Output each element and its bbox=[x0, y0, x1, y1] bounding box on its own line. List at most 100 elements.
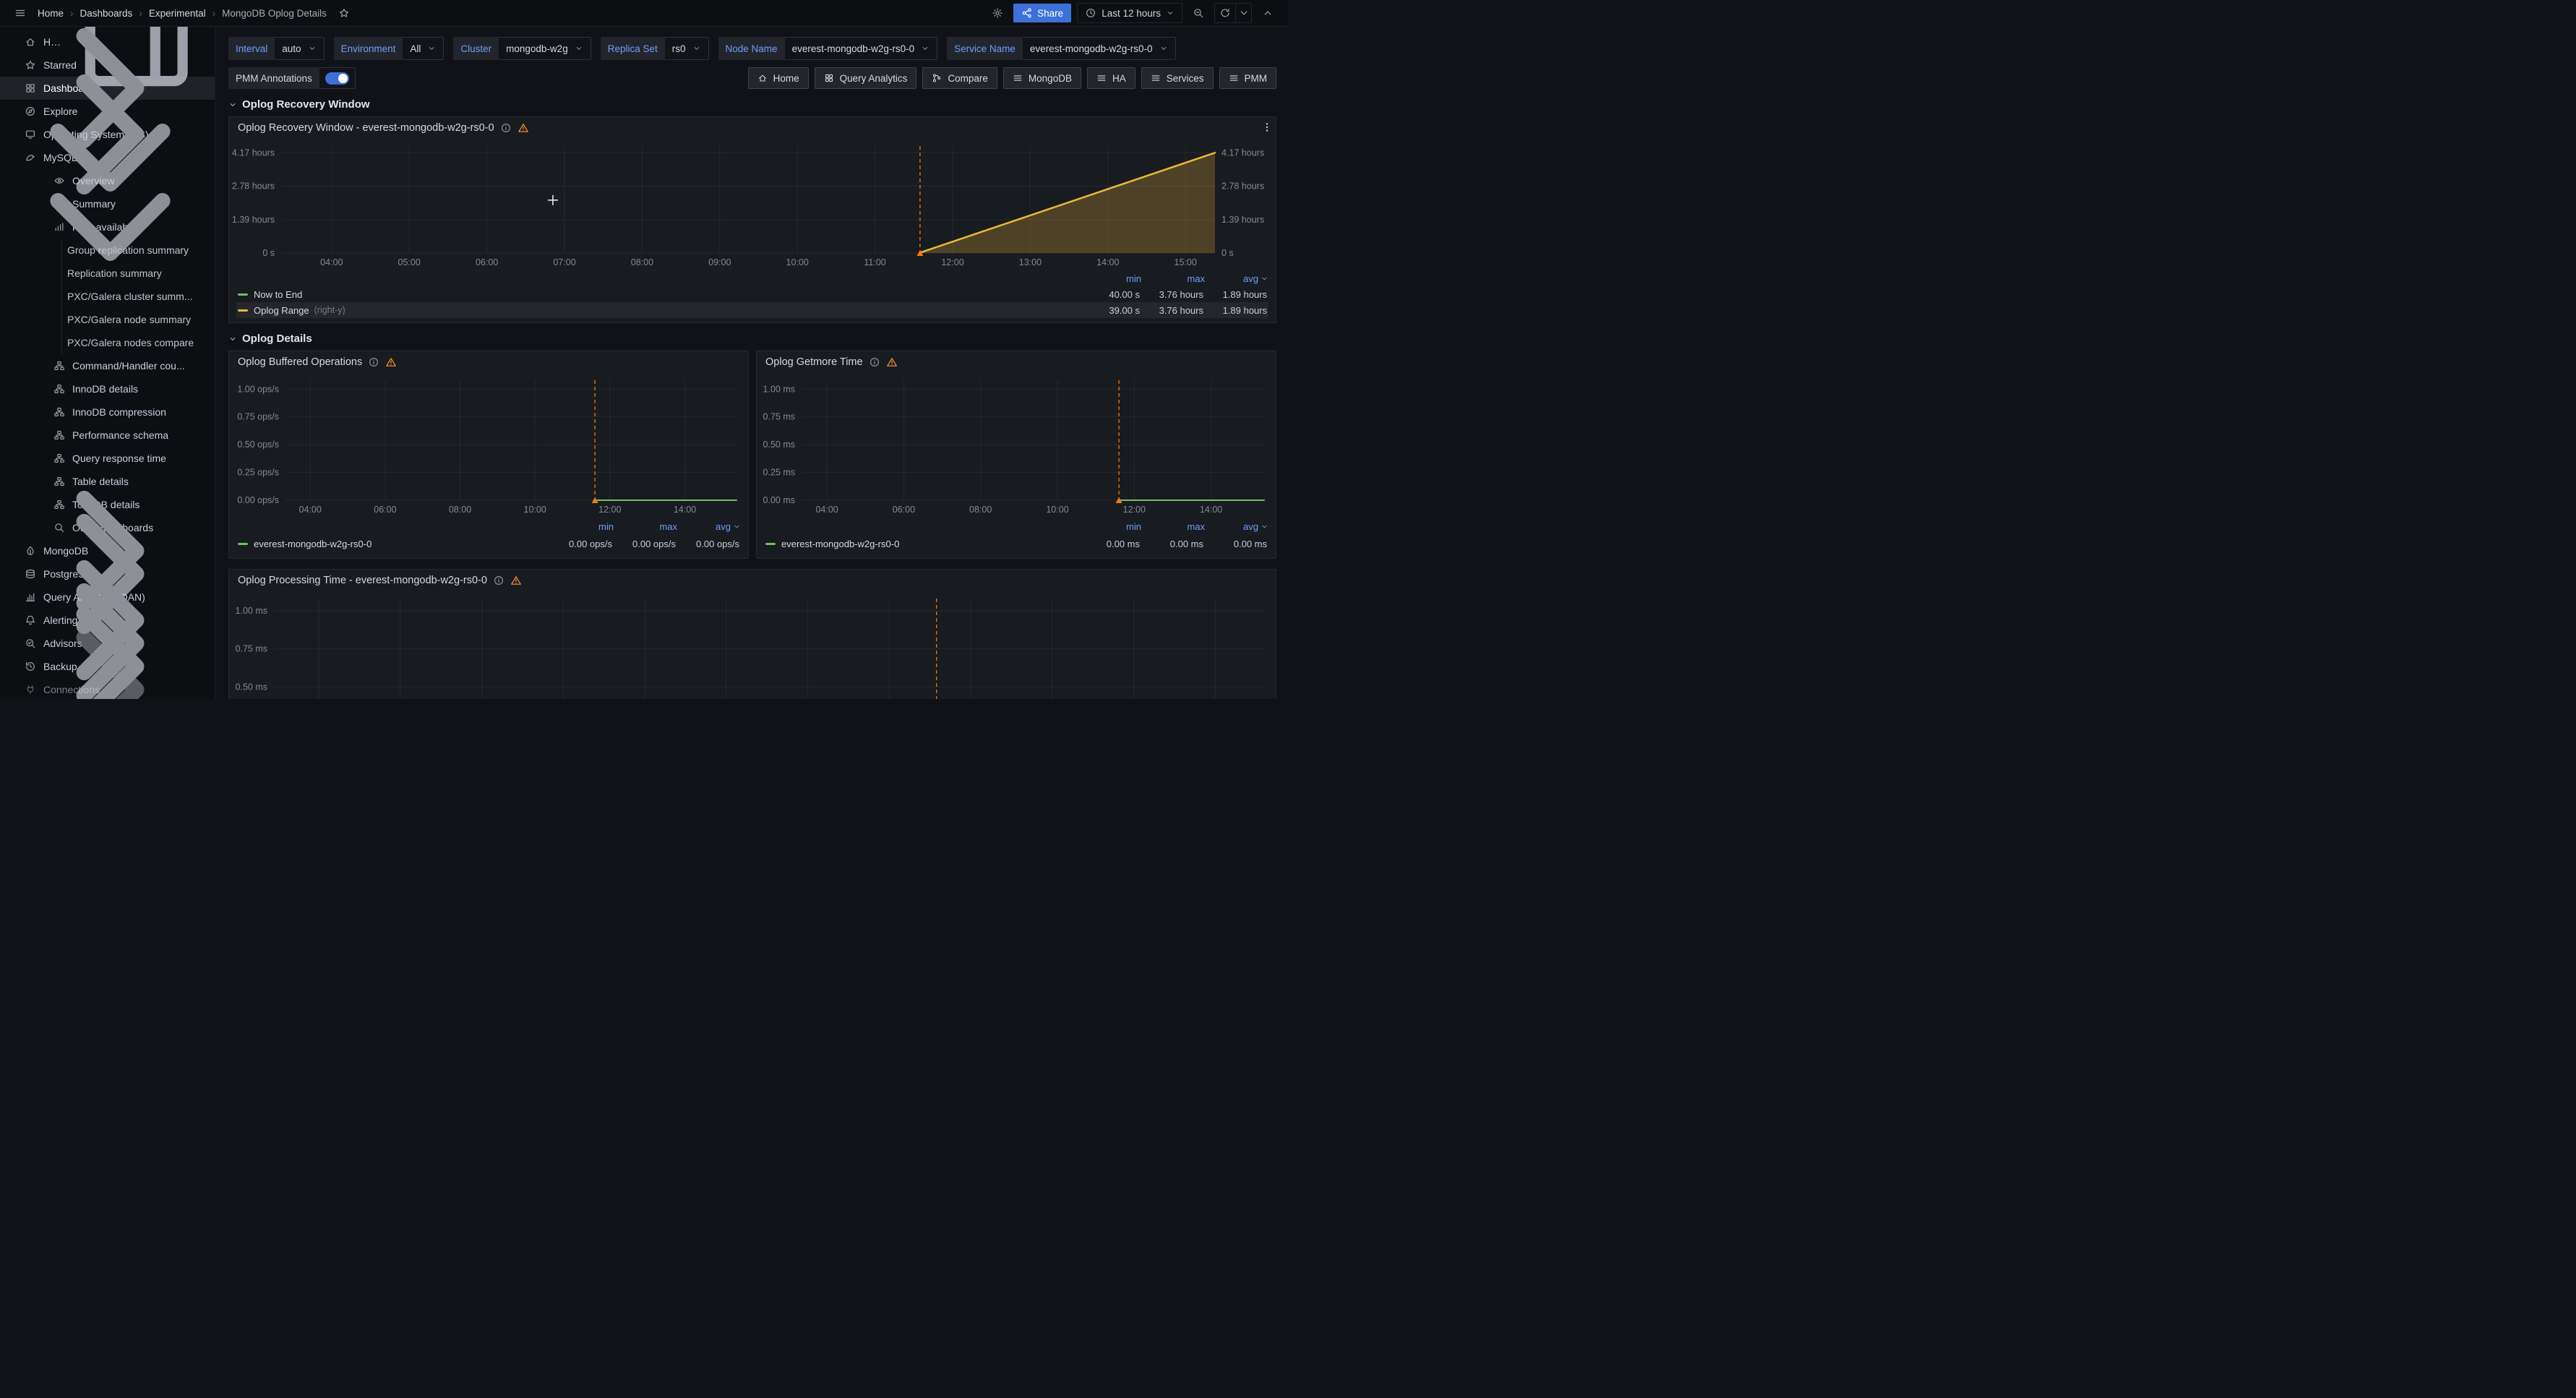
oplog-processing-chart[interactable]: 04:0005:0006:0007:0008:0009:0010:0011:00… bbox=[229, 591, 1276, 699]
quick-link-ha[interactable]: HA bbox=[1087, 67, 1135, 89]
quick-link-query-analytics[interactable]: Query Analytics bbox=[815, 67, 917, 89]
section-oplog-details[interactable]: Oplog Details bbox=[228, 333, 1276, 345]
series-name[interactable]: Oplog Range bbox=[254, 305, 309, 316]
oplog-recovery-chart[interactable]: 04:0005:0006:0007:0008:0009:0010:0011:00… bbox=[229, 139, 1276, 270]
dashboard-settings-button[interactable] bbox=[987, 3, 1008, 23]
quick-link-label: Home bbox=[773, 73, 799, 84]
warning-icon[interactable] bbox=[518, 122, 529, 134]
series-name[interactable]: Now to End bbox=[254, 289, 302, 300]
panel-menu-icon[interactable] bbox=[1261, 121, 1273, 133]
breadcrumb-item-home[interactable]: Home bbox=[38, 8, 64, 19]
filter-value-dropdown[interactable]: mongodb-w2g bbox=[499, 37, 591, 60]
legend-sort-max[interactable]: max bbox=[614, 521, 677, 532]
filter-value-dropdown[interactable]: everest-mongodb-w2g-rs0-0 bbox=[785, 37, 938, 60]
chart-svg: 04:0005:0006:0007:0008:0009:0010:0011:00… bbox=[229, 591, 1276, 699]
sitemap-icon bbox=[53, 406, 65, 418]
sidebar-item-replication-summary[interactable]: Replication summary bbox=[0, 262, 215, 285]
oplog-getmore-chart[interactable]: 04:0006:0008:0010:0012:0014:000.00 ms0.2… bbox=[757, 373, 1276, 518]
breadcrumb-item-experimental[interactable]: Experimental bbox=[149, 8, 206, 19]
svg-text:10:00: 10:00 bbox=[1046, 505, 1068, 515]
panel-header[interactable]: Oplog Buffered Operations bbox=[229, 351, 748, 373]
filter-value: everest-mongodb-w2g-rs0-0 bbox=[792, 43, 915, 54]
filter-value-dropdown[interactable]: everest-mongodb-w2g-rs0-0 bbox=[1023, 37, 1176, 60]
sidebar-item-label: PXC/Galera node summary bbox=[67, 314, 191, 325]
quick-link-label: MongoDB bbox=[1029, 73, 1072, 84]
sidebar-item-pxc-galera-nodes-compare[interactable]: PXC/Galera nodes compare bbox=[0, 331, 215, 354]
svg-text:0.75 ops/s: 0.75 ops/s bbox=[237, 412, 279, 422]
filter-label: Interval bbox=[228, 37, 275, 60]
sidebar-item-connections[interactable]: Connections bbox=[0, 678, 215, 699]
panel-header[interactable]: Oplog Recovery Window - everest-mongodb-… bbox=[229, 117, 1276, 139]
series-name[interactable]: everest-mongodb-w2g-rs0-0 bbox=[254, 539, 372, 549]
svg-text:1.39 hours: 1.39 hours bbox=[1222, 215, 1264, 225]
sidebar-item-command-handler-cou[interactable]: Command/Handler cou... bbox=[0, 354, 215, 377]
legend-sort-max[interactable]: max bbox=[1141, 521, 1205, 532]
panel-header[interactable]: Oplog Processing Time - everest-mongodb-… bbox=[229, 570, 1276, 591]
panel-title[interactable]: Oplog Processing Time - everest-mongodb-… bbox=[238, 575, 487, 586]
legend-sort-min[interactable]: min bbox=[1078, 273, 1141, 284]
quick-link-home[interactable]: Home bbox=[748, 67, 809, 89]
apps-icon bbox=[824, 73, 834, 83]
info-icon[interactable] bbox=[500, 122, 512, 134]
favorite-star-button[interactable] bbox=[334, 3, 354, 23]
info-icon[interactable] bbox=[869, 356, 880, 368]
legend-row-everest-mongodb-w2g-rs0-0[interactable]: everest-mongodb-w2g-rs0-00.00 ops/s0.00 … bbox=[236, 535, 741, 552]
menu-toggle-button[interactable] bbox=[10, 3, 30, 23]
breadcrumb-separator: › bbox=[70, 8, 74, 19]
breadcrumb-item-dashboards[interactable]: Dashboards bbox=[80, 8, 133, 19]
sidebar-item-pxc-galera-node-summary[interactable]: PXC/Galera node summary bbox=[0, 308, 215, 331]
info-icon[interactable] bbox=[493, 575, 505, 586]
panel-title[interactable]: Oplog Recovery Window - everest-mongodb-… bbox=[238, 122, 494, 134]
legend-sort-max[interactable]: max bbox=[1141, 273, 1205, 284]
info-icon[interactable] bbox=[368, 356, 379, 368]
filter-node-name: Node Nameeverest-mongodb-w2g-rs0-0 bbox=[718, 37, 938, 60]
sidebar-item-performance-schema[interactable]: Performance schema bbox=[0, 424, 215, 447]
zoom-out-button[interactable] bbox=[1188, 3, 1208, 23]
share-button[interactable]: Share bbox=[1013, 4, 1071, 22]
quick-link-compare[interactable]: Compare bbox=[922, 67, 997, 89]
sidebar-item-high-availability[interactable]: High availability bbox=[0, 215, 215, 239]
legend-sort-min[interactable]: min bbox=[550, 521, 614, 532]
section-oplog-recovery-window[interactable]: Oplog Recovery Window bbox=[228, 98, 1276, 111]
warning-icon[interactable] bbox=[510, 575, 522, 586]
pmm-annotations-toggle[interactable] bbox=[319, 67, 356, 89]
quick-link-pmm[interactable]: PMM bbox=[1219, 67, 1277, 89]
quick-link-services[interactable]: Services bbox=[1141, 67, 1214, 89]
legend-row-oplog-range[interactable]: Oplog Range(right-y)39.00 s3.76 hours1.8… bbox=[236, 302, 1268, 318]
filter-label: Replica Set bbox=[601, 37, 665, 60]
sidebar-item-innodb-details[interactable]: InnoDB details bbox=[0, 377, 215, 400]
sidebar-item-group-replication-summary[interactable]: Group replication summary bbox=[0, 239, 215, 262]
collapse-topbar-button[interactable] bbox=[1258, 3, 1278, 23]
svg-text:14:00: 14:00 bbox=[1200, 505, 1222, 515]
filter-value-dropdown[interactable]: All bbox=[403, 37, 444, 60]
sidebar-item-pxc-galera-cluster-summ[interactable]: PXC/Galera cluster summ... bbox=[0, 285, 215, 308]
series-name[interactable]: everest-mongodb-w2g-rs0-0 bbox=[781, 539, 899, 549]
quick-link-mongodb[interactable]: MongoDB bbox=[1003, 67, 1081, 89]
legend-row-now-to-end[interactable]: Now to End40.00 s3.76 hours1.89 hours bbox=[236, 286, 1268, 302]
quick-links: Home Query AnalyticsCompare MongoDB HA Servi… bbox=[748, 67, 1276, 89]
filter-value: auto bbox=[282, 43, 301, 54]
filter-value-dropdown[interactable]: rs0 bbox=[665, 37, 709, 60]
toggle-switch[interactable] bbox=[325, 72, 349, 85]
panel-header[interactable]: Oplog Getmore Time bbox=[757, 351, 1276, 373]
sidebar-item-innodb-compression[interactable]: InnoDB compression bbox=[0, 400, 215, 424]
chevron-down-icon bbox=[692, 44, 701, 53]
clock-icon bbox=[1085, 7, 1096, 19]
legend-sort-avg[interactable]: avg bbox=[677, 521, 741, 532]
legend-sort-avg[interactable]: avg bbox=[1205, 521, 1268, 532]
legend-row-everest-mongodb-w2g-rs0-0[interactable]: everest-mongodb-w2g-rs0-00.00 ms0.00 ms0… bbox=[764, 535, 1268, 552]
panel-title[interactable]: Oplog Buffered Operations bbox=[238, 356, 362, 368]
svg-text:1.00 ms: 1.00 ms bbox=[236, 606, 267, 616]
legend-sort-min[interactable]: min bbox=[1078, 521, 1141, 532]
expand-chevron-right-icon[interactable] bbox=[6, 586, 215, 700]
warning-icon[interactable] bbox=[886, 356, 898, 368]
legend-value: 0.00 ms bbox=[1076, 539, 1140, 549]
oplog-buffered-chart[interactable]: 04:0006:0008:0010:0012:0014:000.00 ops/s… bbox=[229, 373, 748, 518]
filter-value-dropdown[interactable]: auto bbox=[275, 37, 324, 60]
warning-icon[interactable] bbox=[385, 356, 397, 368]
panel-title[interactable]: Oplog Getmore Time bbox=[765, 356, 863, 368]
refresh-interval-button[interactable] bbox=[1235, 4, 1251, 22]
refresh-button[interactable] bbox=[1215, 4, 1235, 22]
time-range-picker[interactable]: Last 12 hours bbox=[1077, 3, 1182, 23]
legend-sort-avg[interactable]: avg bbox=[1205, 273, 1268, 284]
